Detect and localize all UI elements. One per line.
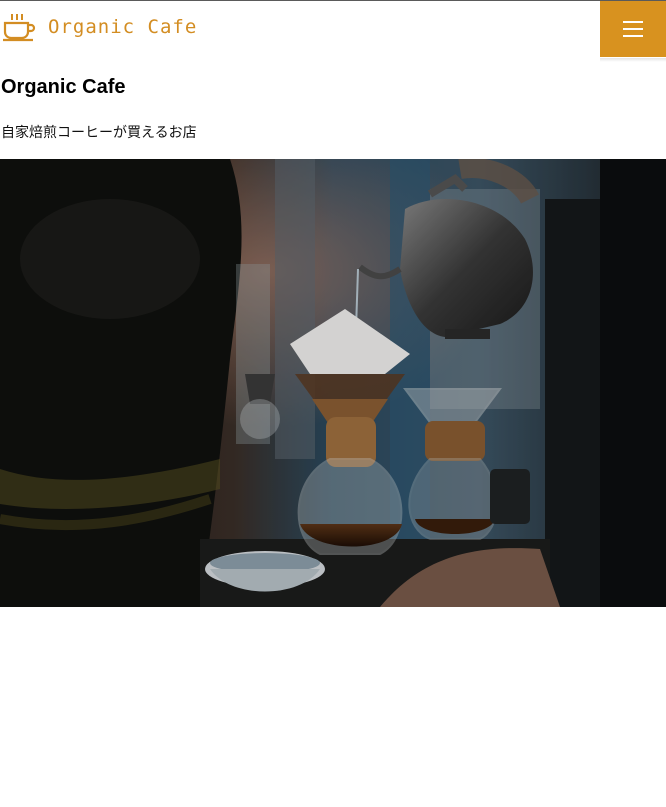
hamburger-menu-icon-bar-bottom (623, 35, 643, 37)
hamburger-menu-button[interactable] (600, 1, 666, 57)
coffee-cup-icon (3, 14, 36, 42)
hamburger-menu-icon-bar-middle (623, 28, 643, 30)
hamburger-menu-icon-bar-top (623, 21, 643, 23)
site-header: Organic Cafe (0, 1, 666, 62)
pour-over-coffee-photo (0, 159, 666, 607)
menu-button-shadow (600, 58, 666, 62)
logo-text: Organic Cafe (48, 16, 198, 38)
page-title: Organic Cafe (1, 76, 126, 98)
page-subtitle: 自家焙煎コーヒーが買えるお店 (1, 125, 197, 141)
page: Organic Cafe Organic Cafe 自家焙煎コーヒーが買えるお店 (0, 0, 666, 807)
hero-image (0, 159, 666, 607)
site-logo[interactable]: Organic Cafe (2, 11, 197, 43)
